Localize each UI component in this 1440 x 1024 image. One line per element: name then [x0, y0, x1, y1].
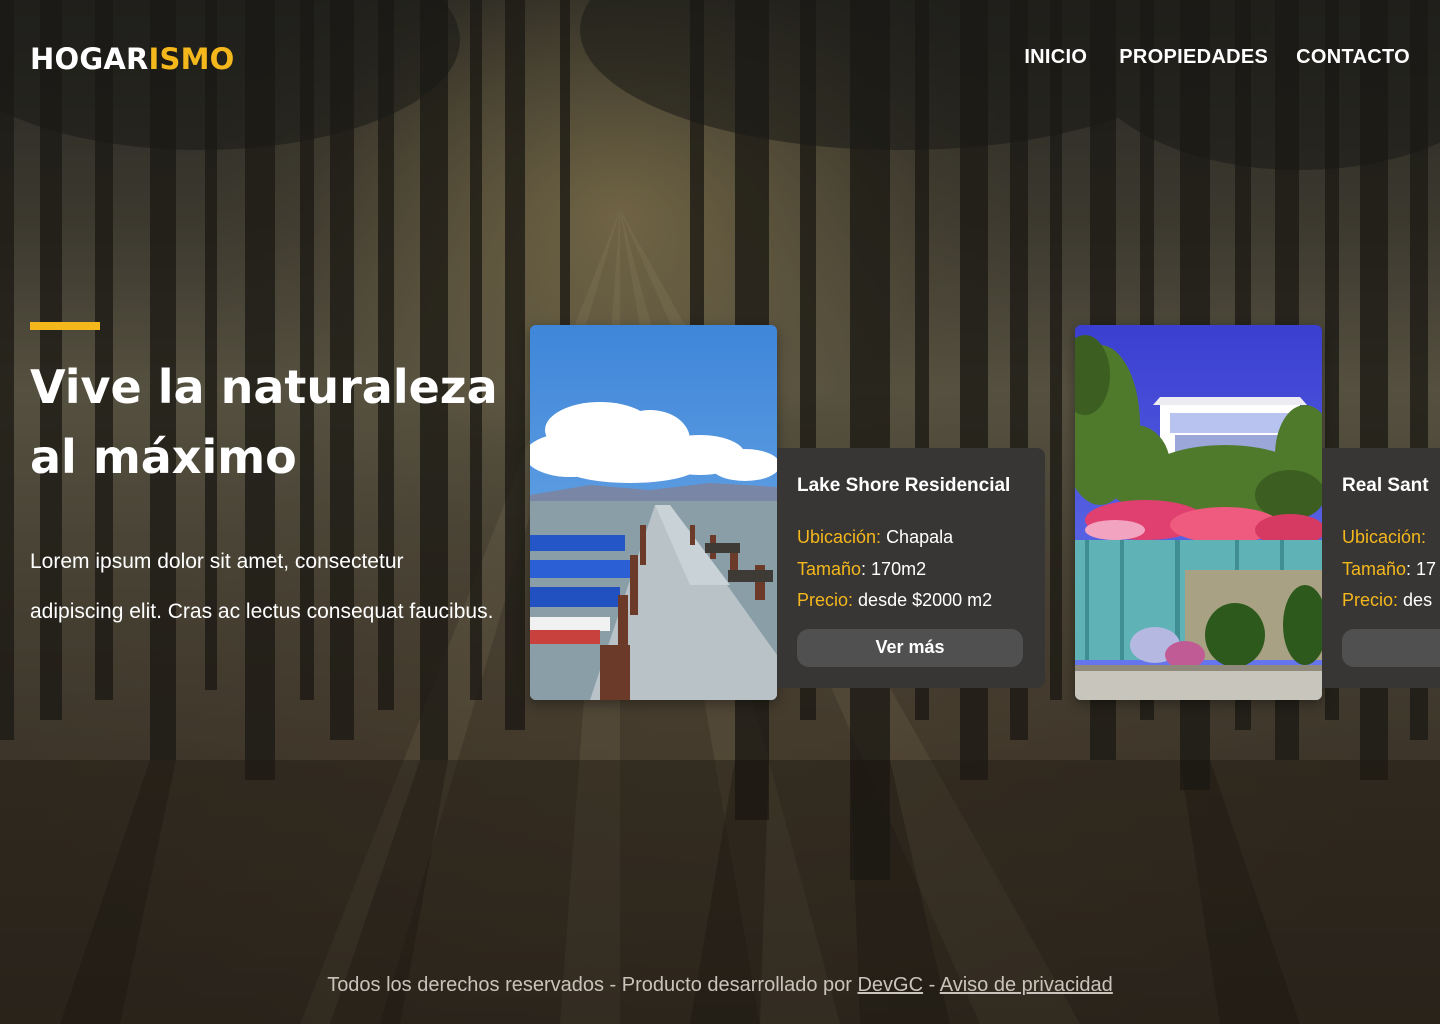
property-info-panel: Real Sant Ubicación: Tamaño: 17 Precio: … [1322, 448, 1440, 688]
brand-logo-part1: HOGAR [30, 42, 149, 76]
property-card: Real Sant Ubicación: Tamaño: 17 Precio: … [1075, 325, 1440, 700]
see-more-button[interactable]: Ve [1342, 628, 1440, 667]
page: HOGARISMO INICIO PROPIEDADES CONTACTO Vi… [0, 0, 1440, 1024]
property-price: Precio: desde $2000 m2 [797, 585, 1025, 617]
property-location: Ubicación: [1342, 522, 1440, 554]
size-value: : 170m2 [861, 558, 927, 579]
property-title: Lake Shore Residencial [797, 475, 1011, 496]
property-image-pier[interactable] [530, 325, 777, 700]
footer: Todos los derechos reservados - Producto… [0, 974, 1440, 997]
brand-logo[interactable]: HOGARISMO [30, 42, 235, 76]
price-label: Precio: [1342, 590, 1399, 610]
size-label: Tamaño [797, 558, 862, 579]
property-price: Precio: des [1342, 585, 1440, 617]
property-location: Ubicación: Chapala [797, 522, 1025, 554]
brand-logo-part2: ISMO [148, 42, 235, 76]
price-label: Precio: [797, 590, 854, 610]
footer-text: Todos los derechos reservados - Producto… [327, 974, 858, 996]
main-nav: INICIO PROPIEDADES CONTACTO [1024, 46, 1410, 69]
property-size: Tamaño: 170m2 [797, 554, 1025, 586]
size-label: Tamaño [1342, 558, 1407, 579]
property-size: Tamaño: 17 [1342, 554, 1440, 586]
footer-separator: - [923, 974, 940, 996]
hero-title: Vive la naturaleza al máximo [30, 360, 498, 484]
nav-inicio[interactable]: INICIO [1024, 46, 1087, 69]
nav-propiedades[interactable]: PROPIEDADES [1119, 46, 1268, 69]
location-value: Chapala [886, 527, 954, 547]
size-value: : 17 [1406, 558, 1437, 579]
location-label: Ubicación: [797, 527, 882, 547]
price-value: des [1403, 590, 1433, 610]
hero-description: Lorem ipsum dolor sit amet, consectetur … [30, 550, 494, 623]
property-info-panel: Lake Shore Residencial Ubicación: Chapal… [777, 448, 1045, 688]
footer-link-devgc[interactable]: DevGC [857, 974, 923, 996]
property-title: Real Sant [1342, 475, 1429, 496]
property-card: Lake Shore Residencial Ubicación: Chapal… [530, 325, 1045, 700]
see-more-button[interactable]: Ver más [797, 628, 1023, 667]
nav-contacto[interactable]: CONTACTO [1296, 46, 1410, 69]
property-image-house[interactable] [1075, 325, 1322, 700]
accent-bar [30, 322, 100, 330]
location-label: Ubicación: [1342, 527, 1427, 547]
footer-link-privacy[interactable]: Aviso de privacidad [940, 974, 1113, 996]
price-value: desde $2000 m2 [858, 590, 993, 610]
